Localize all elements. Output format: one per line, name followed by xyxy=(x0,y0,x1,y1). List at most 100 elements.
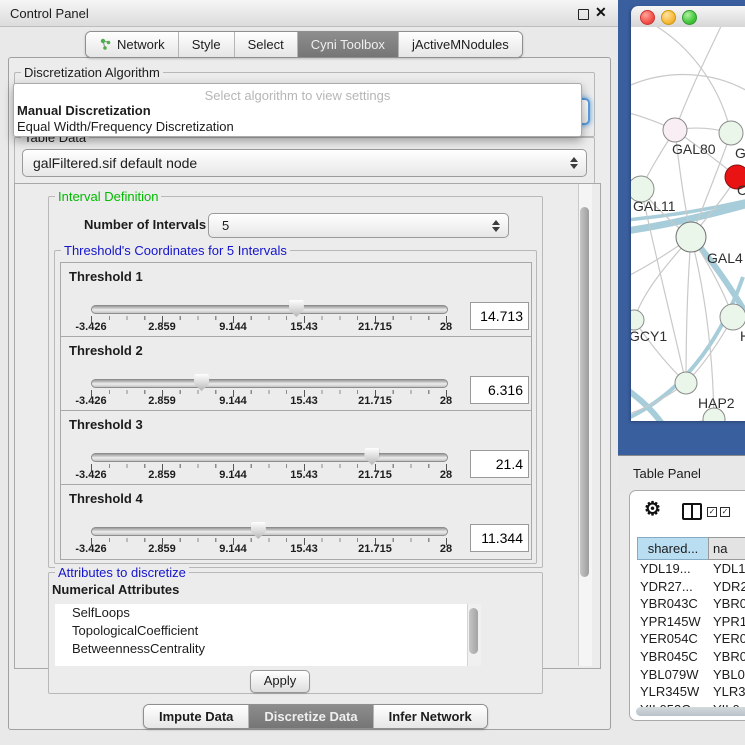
tab-label: Discretize Data xyxy=(264,705,357,728)
column-header-name[interactable]: na xyxy=(708,537,745,560)
column-visibility-icon-2[interactable]: ✓ xyxy=(720,507,730,517)
attribute-item-topologicalcoefficient[interactable]: TopologicalCoefficient xyxy=(55,622,480,640)
table-row[interactable]: YLR345WYLR3 xyxy=(637,683,745,701)
tab-label: Select xyxy=(248,32,284,57)
scale-label: 2.859 xyxy=(148,321,176,333)
slider-thumb[interactable] xyxy=(289,300,304,317)
threshold-box-4: Threshold 4 -3.4262.8599.14415.4321.7152… xyxy=(60,484,532,560)
threshold-value-field[interactable] xyxy=(470,524,529,552)
algorithm-dropdown-popup: Select algorithm to view settings Manual… xyxy=(13,83,582,137)
node-gal80 xyxy=(663,118,687,142)
tab-select[interactable]: Select xyxy=(234,32,297,57)
slider-scale-labels: -3.4262.8599.14415.4321.71528 xyxy=(61,543,531,557)
column-visibility-icon[interactable]: ✓ xyxy=(707,507,717,517)
slider-scale-labels: -3.4262.8599.14415.4321.71528 xyxy=(61,395,531,409)
slider-thumb[interactable] xyxy=(364,448,379,465)
label-red: C xyxy=(737,182,745,198)
table-row[interactable]: YBL079WYBL0 xyxy=(637,666,745,684)
slider-track[interactable] xyxy=(91,527,448,536)
cell-shared-name: YBL079W xyxy=(637,666,708,684)
threshold-label: Threshold 1 xyxy=(69,269,143,284)
nodes[interactable] xyxy=(631,118,745,421)
float-window-icon[interactable] xyxy=(578,9,589,20)
scale-label: 28 xyxy=(440,543,452,555)
threshold-value-field[interactable] xyxy=(470,376,529,404)
table-row[interactable]: YBR043CYBR0 xyxy=(637,595,745,613)
label-gal4: GAL4 xyxy=(707,250,743,266)
tab-label: Network xyxy=(117,32,165,57)
scale-label: 9.144 xyxy=(219,395,247,407)
network-window-titlebar[interactable] xyxy=(631,6,745,28)
label-top-right: GA xyxy=(735,145,745,161)
split-view-icon[interactable] xyxy=(682,503,702,520)
zoom-traffic-light-icon[interactable] xyxy=(682,10,697,25)
table-row[interactable]: YPR145WYPR1 xyxy=(637,613,745,631)
tab-label: Cyni Toolbox xyxy=(311,32,385,57)
tab-cyni-toolbox[interactable]: Cyni Toolbox xyxy=(297,32,398,57)
settings-scrollbar-thumb[interactable] xyxy=(580,207,589,577)
apply-button[interactable]: Apply xyxy=(250,670,310,693)
scale-label: 21.715 xyxy=(358,321,392,333)
attribute-item-selfloops[interactable]: SelfLoops xyxy=(55,604,480,622)
cell-shared-name: YBR045C xyxy=(637,648,708,666)
slider-track[interactable] xyxy=(91,305,448,314)
close-icon[interactable]: ✕ xyxy=(595,4,607,21)
threshold-box-3: Threshold 3 -3.4262.8599.14415.4321.7152… xyxy=(60,410,532,486)
number-of-intervals-combobox[interactable]: 5 xyxy=(208,213,509,238)
scale-label: 21.715 xyxy=(358,469,392,481)
tab-impute-data[interactable]: Impute Data xyxy=(144,705,248,728)
spinner-arrows-icon xyxy=(492,220,499,232)
cell-name: YPR1 xyxy=(708,613,745,631)
bottom-tab-bar: Impute Data Discretize Data Infer Network xyxy=(143,704,488,729)
scale-label: 28 xyxy=(440,395,452,407)
scale-label: 9.144 xyxy=(219,321,247,333)
cell-shared-name: YDL19... xyxy=(637,560,708,578)
scale-label: 15.43 xyxy=(290,321,318,333)
cell-name: YDR2 xyxy=(708,578,745,596)
panel-title: Control Panel xyxy=(10,6,89,21)
threshold-label: Threshold 3 xyxy=(69,417,143,432)
label-hap2: HAP2 xyxy=(698,395,735,411)
popup-option-equal-width-frequency[interactable]: Equal Width/Frequency Discretization xyxy=(16,119,577,134)
tab-discretize-data[interactable]: Discretize Data xyxy=(248,705,372,728)
slider-thumb[interactable] xyxy=(251,522,266,539)
tab-jactivemnodules[interactable]: jActiveMNodules xyxy=(398,32,522,57)
table-row[interactable]: YBR045CYBR0 xyxy=(637,648,745,666)
close-traffic-light-icon[interactable] xyxy=(640,10,655,25)
table-row[interactable]: YDR27...YDR2 xyxy=(637,578,745,596)
interval-definition-title: Interval Definition xyxy=(55,189,161,204)
table-row[interactable]: YER054CYER0 xyxy=(637,630,745,648)
slider-track[interactable] xyxy=(91,453,448,462)
threshold-value-field[interactable] xyxy=(470,302,529,330)
table-data-combobox[interactable]: galFiltered.sif default node xyxy=(22,149,587,177)
slider-track[interactable] xyxy=(91,379,448,388)
slider-thumb[interactable] xyxy=(194,374,209,391)
node-top-right xyxy=(719,121,743,145)
table-panel-title: Table Panel xyxy=(633,466,701,481)
threshold-value-field[interactable] xyxy=(470,450,529,478)
cell-shared-name: YLR345W xyxy=(637,683,708,701)
scale-label: 21.715 xyxy=(358,543,392,555)
slider-scale-labels: -3.4262.8599.14415.4321.71528 xyxy=(61,469,531,483)
scale-label: -3.426 xyxy=(75,395,106,407)
cell-name: YBL0 xyxy=(708,666,745,684)
tab-network[interactable]: Network xyxy=(86,32,178,57)
control-panel-titlebar: Control Panel ✕ xyxy=(0,0,618,27)
scale-label: -3.426 xyxy=(75,469,106,481)
cell-name: YLR3 xyxy=(708,683,745,701)
popup-option-manual-discretization[interactable]: Manual Discretization xyxy=(16,103,577,118)
list-scrollbar-thumb[interactable] xyxy=(469,608,478,654)
tab-label: Infer Network xyxy=(389,705,472,728)
column-header-shared-name[interactable]: shared... xyxy=(637,537,709,560)
label-gal80: GAL80 xyxy=(672,141,716,157)
attribute-item-betweennesscentrality[interactable]: BetweennessCentrality xyxy=(55,640,480,658)
tab-infer-network[interactable]: Infer Network xyxy=(373,705,487,728)
table-hscrollbar-thumb[interactable] xyxy=(636,707,745,716)
table-row[interactable]: YDL19...YDL1 xyxy=(637,560,745,578)
network-canvas[interactable]: GAL80 GA C GAL11 GAL4 GCY1 H HAP2 xyxy=(631,27,745,421)
scale-label: 9.144 xyxy=(219,469,247,481)
gear-icon[interactable]: ⚙ xyxy=(644,498,661,521)
tab-style[interactable]: Style xyxy=(178,32,234,57)
threshold-label: Threshold 4 xyxy=(69,491,143,506)
minimize-traffic-light-icon[interactable] xyxy=(661,10,676,25)
